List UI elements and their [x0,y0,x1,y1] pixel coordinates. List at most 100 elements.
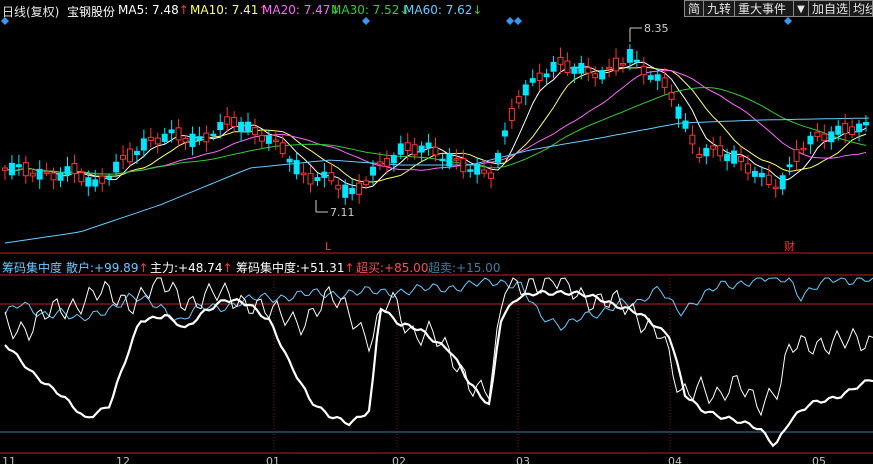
candle-body [404,142,411,151]
candle-body [515,96,522,104]
candle-body [189,133,196,147]
ma5-legend: MA5: 7.48↑ [118,3,189,17]
ma60-legend: MA60: 7.62↓ [404,3,482,17]
candle-body [446,153,453,167]
candle-body [717,145,724,157]
period-label[interactable]: 日线(复权) [2,3,59,20]
main-legend: 主力:+48.74↑ [150,259,233,276]
marker-cai: 财 [784,239,795,253]
x-tick-label: 04 [668,455,682,464]
candle-body [279,142,286,155]
candle-body [43,171,50,175]
candle-body [8,162,15,176]
candle-body [786,164,793,168]
major-events-button[interactable]: 重大事件 [734,0,794,17]
main-value: +48.74 [178,261,223,275]
candle-body [807,135,814,145]
candle-body [661,77,668,88]
candle-body [363,180,370,186]
candle-body [238,121,245,132]
candle-body [481,169,488,174]
dropdown-icon[interactable]: ▼ [793,0,809,17]
candle-body [856,123,863,133]
candle-body [168,129,175,134]
indicator-name[interactable]: 筹码集中度 [2,259,62,276]
candle-body [578,62,585,74]
indicator-legend: 筹码集中度 散户:+99.89↑ 主力:+48.74↑ 筹码集中度:+51.31… [0,259,873,275]
candle-body [613,57,620,72]
main-arrow: ↑ [222,261,233,275]
add-watchlist-button[interactable]: 加自选 [808,0,850,17]
concentration-legend: 筹码集中度:+51.31↑ [236,259,355,276]
candle-body [564,60,571,73]
candle-body [765,174,772,185]
overbought-legend: 超买:+85.00 [356,259,428,276]
retail-legend: 散户:+99.89↑ [66,259,149,276]
candle-body [599,70,606,80]
candle-body [703,147,710,157]
candle-body [668,92,675,100]
candle-body [828,131,835,143]
candle-body [522,84,529,96]
candle-body [647,75,654,80]
candle-body [29,172,36,177]
retail-value: +99.89 [94,261,139,275]
candle-body [314,177,321,182]
candle-body [849,126,856,136]
candle-body [258,135,265,142]
candle-body [307,173,314,185]
candle-body [71,163,78,175]
candle-body [460,158,467,173]
candle-body [106,176,113,179]
candle-body [210,133,217,137]
candle-body [286,158,293,163]
jiuzhuan-button[interactable]: 九转 [703,0,735,17]
candle-body [251,127,258,136]
candle-body [356,182,363,195]
candle-body [64,166,71,175]
ma10-label: MA10: 7.41 [190,3,259,17]
candle-body [585,67,592,74]
candle-body [501,130,508,137]
candle-body [418,145,425,153]
ma5-label: MA5: 7.48 [118,3,179,17]
candle-body [231,116,238,127]
high-price-label: 8.35 [644,22,669,35]
ma30-legend: MA30: 7.52↓ [331,3,409,17]
ma20-label: MA20: 7.47 [262,3,331,17]
candle-body [626,49,633,63]
candle-body [370,166,377,176]
candle-body [328,172,335,182]
retail-label: 散户: [66,261,95,275]
x-tick-label: 11 [2,455,16,464]
candle-body [793,149,800,162]
candle-body [751,170,758,177]
x-tick-label: 02 [392,455,406,464]
candle-body [800,147,807,151]
candle-body [592,73,599,79]
candle-body [619,62,626,66]
concentration-arrow: ↑ [344,261,355,275]
concentration-value: +51.31 [300,261,345,275]
candle-body [863,122,869,126]
oversold-label: 超卖: [428,261,457,275]
candle-body [397,143,404,155]
candle-body [710,145,717,150]
ma-button[interactable]: 均线 [849,0,873,17]
oversold-value: +15.00 [456,261,501,275]
simple-button[interactable]: 简 [684,0,704,17]
candle-body [696,153,703,159]
candle-body [411,144,418,156]
candle-body [494,152,501,163]
candle-body [92,179,99,187]
candle-body [272,139,279,142]
candle-body [196,136,203,141]
oversold-legend: 超卖:+15.00 [428,259,500,276]
candle-body [821,133,828,141]
candle-body [814,131,821,138]
candle-body [758,172,765,178]
candle-body [543,73,550,78]
candle-body [265,135,272,144]
ma20-legend: MA20: 7.47↓ [262,3,340,17]
candle-body [453,158,460,161]
